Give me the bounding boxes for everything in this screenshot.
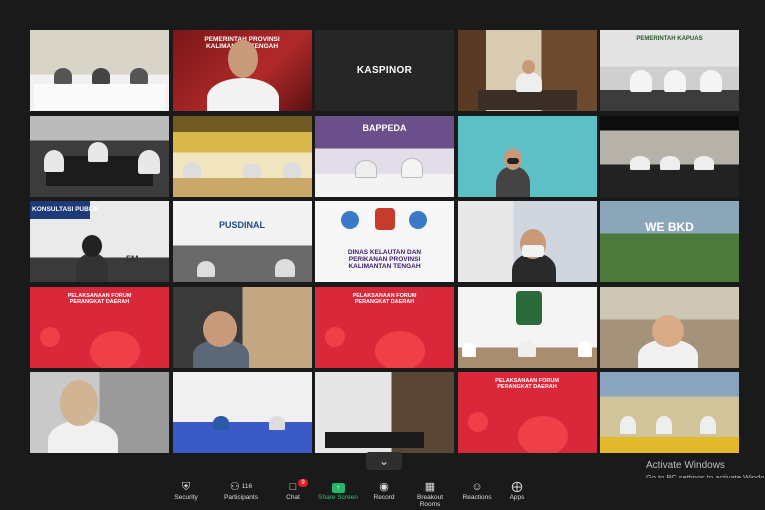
record-icon: ◉ xyxy=(379,481,389,493)
share-screen-icon: ↑ xyxy=(331,483,345,493)
tile-banner-text: KONSULTASI PUBLIK xyxy=(32,206,100,213)
video-tile[interactable] xyxy=(600,115,739,197)
apps-icon: ⨁ xyxy=(511,481,523,493)
breakout-rooms-button[interactable]: ▦ Breakout Rooms xyxy=(406,480,454,508)
video-tile[interactable]: DINAS KELAUTAN DAN PERIKANAN PROVINSI KA… xyxy=(315,201,454,282)
tile-banner-text: PEMERINTAH KAPUAS xyxy=(636,36,703,42)
video-gallery: PEMERINTAH PROVINSI KALIMANTAN TENGAH KA… xyxy=(30,30,739,453)
tile-footer-text: 5M xyxy=(126,254,139,264)
tile-banner-text: WE BKD xyxy=(645,220,694,234)
reactions-icon: ☺ xyxy=(471,481,483,493)
participants-button[interactable]: ⚇ 116 Participants xyxy=(221,480,261,501)
tile-banner-text: PUSDINAL xyxy=(218,220,265,230)
share-screen-label: Share Screen xyxy=(318,494,358,501)
participants-icon: ⚇ xyxy=(229,481,240,493)
participants-count: 116 xyxy=(241,483,253,490)
video-tile[interactable] xyxy=(457,30,597,111)
tile-banner-text: PELAKSANAAN FORUM PERANGKAT DAERAH xyxy=(67,292,132,305)
video-tile[interactable]: WE BKD xyxy=(600,201,739,282)
video-tile[interactable] xyxy=(172,372,312,453)
video-tile[interactable] xyxy=(30,372,169,453)
chevron-down-icon[interactable]: ⌄ xyxy=(366,452,402,470)
chat-label: Chat xyxy=(286,494,300,501)
video-tile[interactable] xyxy=(600,286,739,368)
video-tile[interactable] xyxy=(30,115,169,197)
video-tile[interactable]: PELAKSANAAN FORUM PERANGKAT DAERAH xyxy=(315,286,454,368)
video-tile[interactable] xyxy=(457,201,597,282)
video-tile[interactable] xyxy=(600,372,739,453)
video-tile[interactable]: KONSULTASI PUBLIK 5M xyxy=(30,201,169,282)
apps-button[interactable]: ⨁ Apps xyxy=(506,480,528,501)
record-button[interactable]: ◉ Record xyxy=(371,480,397,501)
share-screen-button[interactable]: ↑ Share Screen xyxy=(318,480,358,501)
video-tile[interactable] xyxy=(172,115,312,197)
video-tile[interactable] xyxy=(315,372,454,453)
participants-label: Participants xyxy=(224,494,258,501)
meeting-toolbar: ⛨ Security ⚇ 116 Participants □ 9 Chat ↑ … xyxy=(0,478,765,510)
tile-banner-text: DINAS KELAUTAN DAN PERIKANAN PROVINSI KA… xyxy=(347,249,422,271)
security-label: Security xyxy=(174,494,198,501)
security-button[interactable]: ⛨ Security xyxy=(172,480,200,501)
tile-banner-text: PELAKSANAAN FORUM PERANGKAT DAERAH xyxy=(352,292,417,305)
video-tile[interactable]: PEMERINTAH PROVINSI KALIMANTAN TENGAH xyxy=(172,30,312,111)
video-tile[interactable]: PUSDINAL xyxy=(172,201,312,282)
reactions-label: Reactions xyxy=(462,494,492,501)
video-tile[interactable] xyxy=(30,30,169,111)
apps-label: Apps xyxy=(509,494,525,501)
reactions-button[interactable]: ☺ Reactions xyxy=(461,480,493,501)
video-tile[interactable]: PELAKSANAAN FORUM PERANGKAT DAERAH xyxy=(30,286,169,368)
video-tile[interactable] xyxy=(457,286,597,368)
video-tile[interactable]: BAPPEDA xyxy=(315,115,454,197)
participant-name: KASPINOR xyxy=(356,65,413,76)
video-tile[interactable] xyxy=(457,115,597,197)
chat-button[interactable]: □ 9 Chat xyxy=(281,479,308,501)
record-label: Record xyxy=(373,494,395,501)
video-tile[interactable]: PELAKSANAAN FORUM PERANGKAT DAERAH xyxy=(457,372,597,453)
breakout-rooms-icon: ▦ xyxy=(424,481,436,493)
breakout-rooms-label: Breakout Rooms xyxy=(416,494,444,508)
shield-icon: ⛨ xyxy=(181,481,191,493)
chat-badge: 9 xyxy=(298,479,308,487)
watermark-title: Activate Windows xyxy=(646,460,725,471)
video-tile[interactable] xyxy=(172,286,312,368)
video-tile[interactable]: KASPINOR xyxy=(315,30,454,111)
video-tile[interactable]: PEMERINTAH KAPUAS xyxy=(600,30,739,111)
tile-banner-text: BAPPEDA xyxy=(362,122,407,133)
tile-banner-text: PELAKSANAAN FORUM PERANGKAT DAERAH xyxy=(495,378,559,391)
